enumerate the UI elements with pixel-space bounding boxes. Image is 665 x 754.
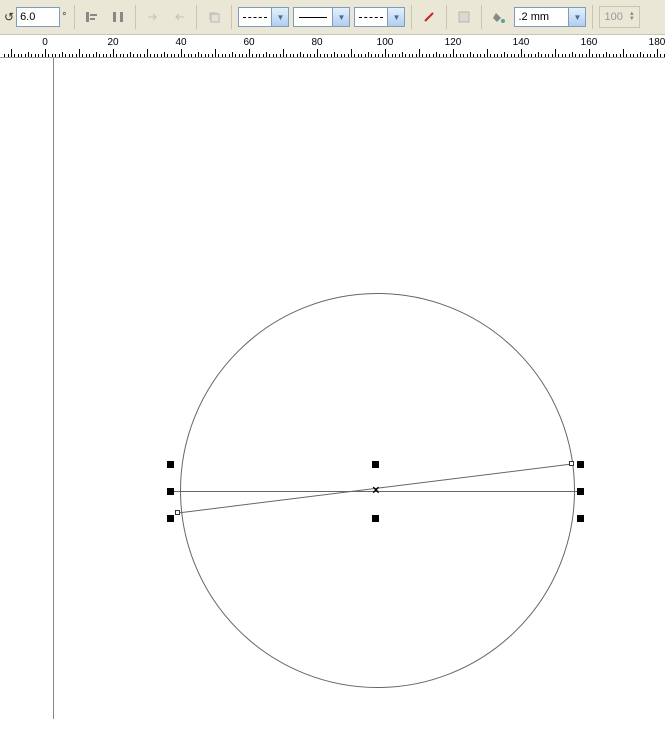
line-style-dropdown[interactable]: ▼ [293, 7, 350, 27]
ruler-label: 60 [243, 37, 254, 48]
arrow-start-dropdown[interactable]: ▼ [238, 7, 289, 27]
opacity-control[interactable]: 100 ▲▼ [599, 6, 639, 28]
page-edge [53, 58, 54, 719]
rotate-control: ↺ ° [4, 7, 66, 27]
align-left-icon[interactable] [81, 6, 103, 28]
selection-handle[interactable] [167, 515, 174, 522]
line-width-value: .2 mm [515, 8, 568, 26]
effects-icon[interactable] [203, 6, 225, 28]
separator [196, 5, 197, 29]
canvas[interactable]: 0 20 40 60 80 100 120 140 160 180 ✕ [0, 35, 665, 719]
opacity-value: 100 [604, 11, 622, 23]
selection-handle[interactable] [167, 488, 174, 495]
ruler-label: 160 [581, 37, 598, 48]
rotate-icon: ↺ [4, 10, 14, 24]
chevron-down-icon: ▼ [568, 8, 585, 26]
rotate-input[interactable] [16, 7, 60, 27]
separator [231, 5, 232, 29]
line-endpoint-node[interactable] [569, 461, 574, 466]
ruler-label: 80 [311, 37, 322, 48]
selection-handle[interactable] [372, 461, 379, 468]
paint-bucket-icon [488, 6, 510, 28]
selection-handle[interactable] [577, 461, 584, 468]
separator [592, 5, 593, 29]
ruler-label: 100 [377, 37, 394, 48]
toolbar: ↺ ° ▼ ▼ ▼ .2 mm [0, 0, 665, 35]
selection-center-marker: ✕ [372, 486, 380, 497]
ruler-label: 20 [107, 37, 118, 48]
spinner-icon: ▲▼ [629, 12, 635, 22]
selection-handle[interactable] [577, 515, 584, 522]
separator [481, 5, 482, 29]
line-width-dropdown[interactable]: .2 mm ▼ [514, 7, 586, 27]
separator [74, 5, 75, 29]
selection-handle[interactable] [372, 515, 379, 522]
separator [411, 5, 412, 29]
line-endpoint-node[interactable] [175, 510, 180, 515]
chevron-down-icon: ▼ [271, 8, 288, 26]
selection-handle[interactable] [167, 461, 174, 468]
ruler-label: 120 [445, 37, 462, 48]
line-color-icon[interactable] [418, 6, 440, 28]
horizontal-ruler[interactable]: 0 20 40 60 80 100 120 140 160 180 [0, 35, 665, 58]
degree-label: ° [62, 11, 66, 23]
align-distribute-icon[interactable] [107, 6, 129, 28]
ruler-label: 0 [42, 37, 48, 48]
enter-group-icon[interactable] [142, 6, 164, 28]
ruler-label: 40 [175, 37, 186, 48]
exit-group-icon[interactable] [168, 6, 190, 28]
separator [135, 5, 136, 29]
separator [446, 5, 447, 29]
selection-handle[interactable] [577, 488, 584, 495]
fill-icon[interactable] [453, 6, 475, 28]
ruler-label: 140 [513, 37, 530, 48]
chevron-down-icon: ▼ [332, 8, 349, 26]
ruler-label: 180 [649, 37, 665, 48]
arrow-end-dropdown[interactable]: ▼ [354, 7, 405, 27]
chevron-down-icon: ▼ [387, 8, 404, 26]
